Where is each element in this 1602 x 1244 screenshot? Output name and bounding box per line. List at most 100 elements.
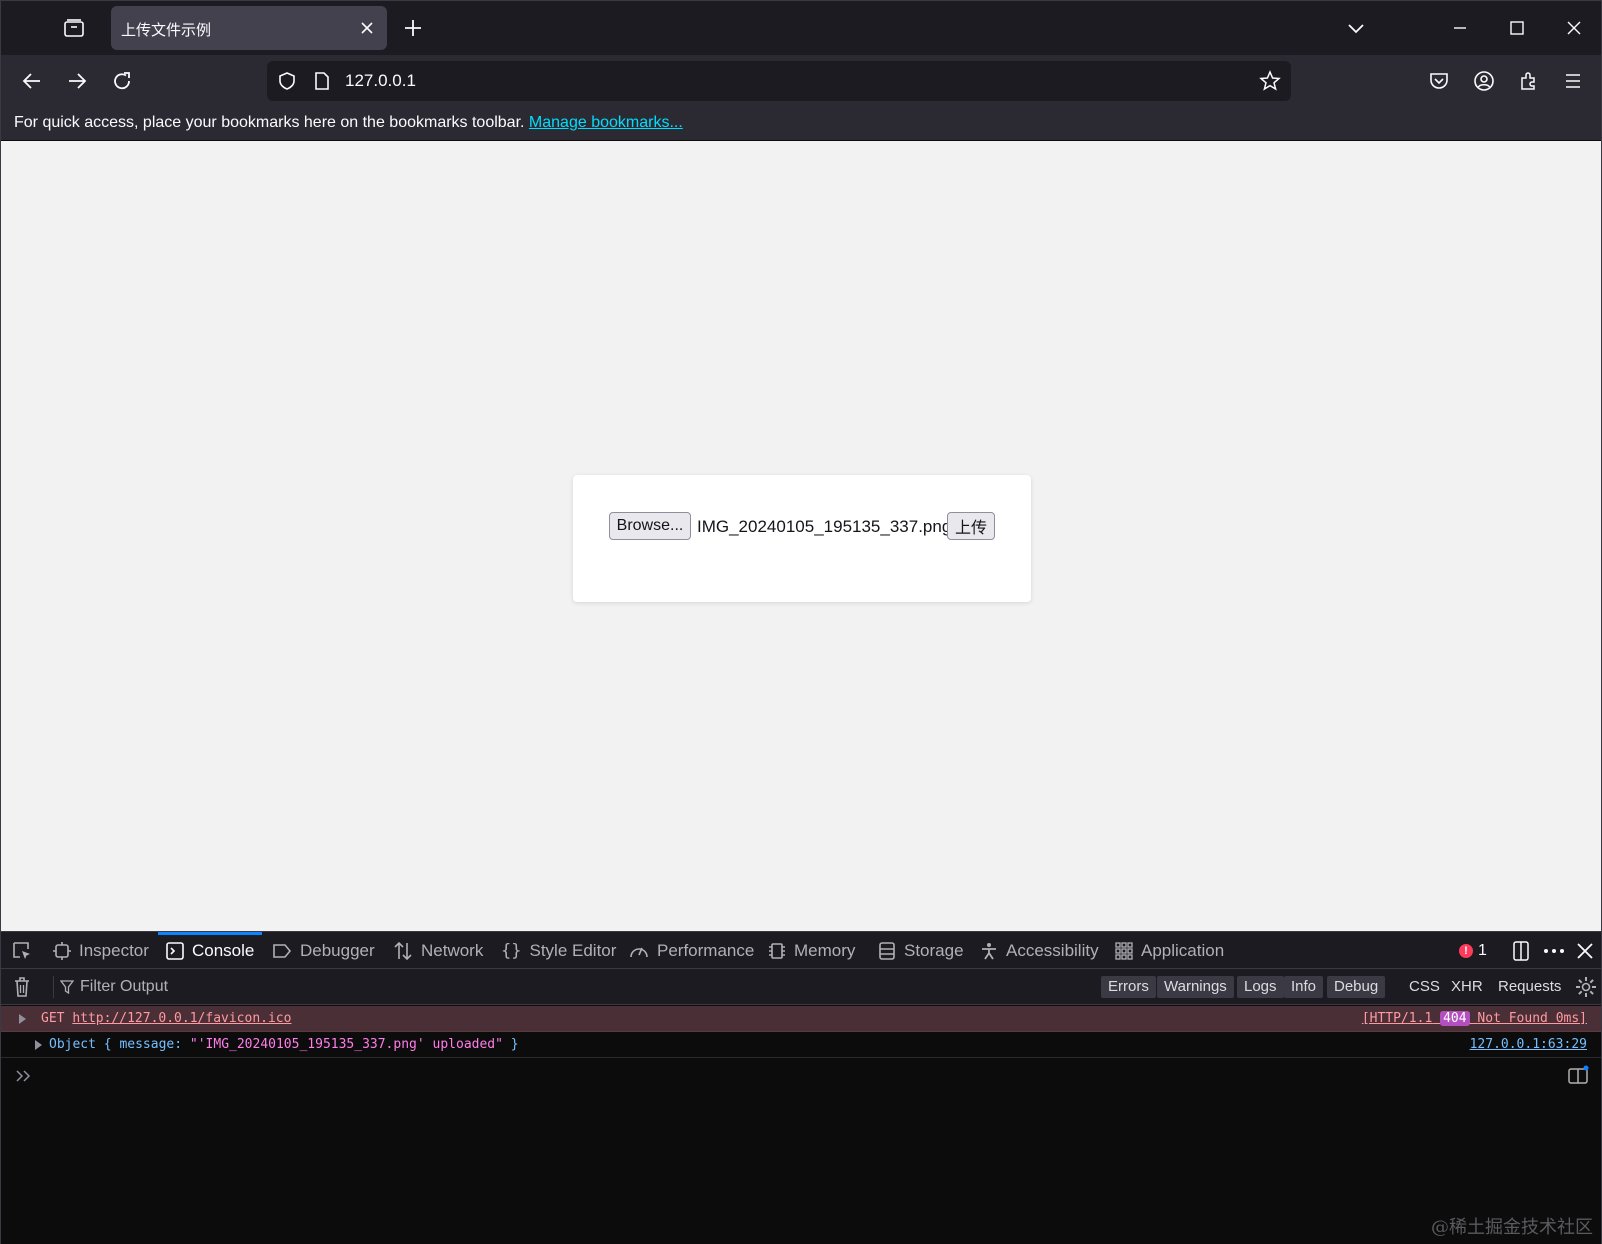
filter-errors-button[interactable]: Errors xyxy=(1101,976,1156,998)
log-status-meta[interactable]: [HTTP/1.1 404 Not Found 0ms] xyxy=(1362,1011,1587,1026)
style-editor-icon: {} xyxy=(501,940,522,961)
log-object-value: "'IMG_20240105_195135_337.png' uploaded" xyxy=(189,1037,503,1052)
console-message-network-error[interactable]: GET http://127.0.0.1/favicon.ico [HTTP/1… xyxy=(1,1006,1601,1032)
devtools-toolbar: Inspector Console Debugger Network {} St… xyxy=(1,931,1601,969)
selected-filename: IMG_20240105_195135_337.png xyxy=(697,517,952,536)
devtools-tab-label: Debugger xyxy=(300,940,375,960)
tab-list-chevron-icon[interactable] xyxy=(1345,17,1367,39)
log-request-text: GET http://127.0.0.1/favicon.ico xyxy=(41,1011,291,1026)
memory-icon xyxy=(769,942,785,959)
log-protocol: [HTTP/1.1 xyxy=(1361,1011,1433,1026)
filter-debug-button[interactable]: Debug xyxy=(1327,976,1386,998)
performance-icon xyxy=(630,947,648,957)
element-picker-icon[interactable] xyxy=(11,940,33,962)
console-prompt-chevron-icon[interactable] xyxy=(15,1067,33,1085)
devtools-tab-style-editor[interactable]: {} Style Editor xyxy=(501,932,616,969)
manage-bookmarks-link[interactable]: Manage bookmarks... xyxy=(529,114,683,131)
close-devtools-icon[interactable] xyxy=(1575,940,1595,962)
filter-output-input[interactable]: Filter Output xyxy=(53,976,1093,998)
more-options-icon[interactable] xyxy=(1542,940,1566,962)
pocket-icon[interactable] xyxy=(1427,69,1451,93)
bookmarks-hint: For quick access, place your bookmarks h… xyxy=(14,114,683,132)
expand-arrow-icon[interactable] xyxy=(19,1014,26,1024)
log-object-text: Object { message: "'IMG_20240105_195135_… xyxy=(49,1037,519,1052)
error-count: 1 xyxy=(1478,942,1487,959)
upload-card: Browse... IMG_20240105_195135_337.png 上传 xyxy=(573,475,1031,602)
back-icon[interactable] xyxy=(20,69,44,93)
log-status-text: Not Found 0ms] xyxy=(1477,1011,1587,1026)
account-icon[interactable] xyxy=(1472,69,1496,93)
log-source-location[interactable]: 127.0.0.1:63:29 xyxy=(1470,1037,1587,1052)
console-message-object[interactable]: Object { message: "'IMG_20240105_195135_… xyxy=(1,1032,1601,1058)
firefox-view-icon[interactable] xyxy=(63,17,85,39)
upload-button[interactable]: 上传 xyxy=(947,512,995,540)
console-settings-gear-icon[interactable] xyxy=(1575,976,1597,998)
error-icon: ! xyxy=(1459,944,1473,958)
bookmarks-hint-text: For quick access, place your bookmarks h… xyxy=(14,114,525,131)
reload-icon[interactable] xyxy=(110,69,134,93)
filter-requests-button[interactable]: Requests xyxy=(1498,976,1561,998)
maximize-icon[interactable] xyxy=(1506,17,1528,39)
filter-info-button[interactable]: Info xyxy=(1284,976,1324,998)
devtools-tab-network[interactable]: Network xyxy=(393,932,483,969)
url-text[interactable]: 127.0.0.1 xyxy=(345,71,416,91)
devtools-tab-label: Network xyxy=(421,940,484,960)
devtools-tab-memory[interactable]: Memory xyxy=(768,932,855,969)
devtools-tab-label: Performance xyxy=(657,940,755,960)
forward-icon[interactable] xyxy=(65,69,89,93)
devtools-tab-label: Application xyxy=(1141,940,1225,960)
filter-xhr-button[interactable]: XHR xyxy=(1451,976,1483,998)
devtools-tab-label: Style Editor xyxy=(529,940,617,960)
devtools-tab-debugger[interactable]: Debugger xyxy=(272,932,375,969)
filter-placeholder: Filter Output xyxy=(80,978,169,995)
responsive-design-icon[interactable] xyxy=(1510,940,1532,962)
devtools-tab-application[interactable]: Application xyxy=(1115,932,1224,969)
browser-window: 上传文件示例 127.0.0.1 For quick access, place… xyxy=(0,0,1602,1244)
filter-icon xyxy=(60,980,74,994)
devtools-tab-label: Accessibility xyxy=(1006,940,1099,960)
clear-console-trash-icon[interactable] xyxy=(12,976,32,998)
inspector-icon xyxy=(53,941,71,960)
devtools-tab-label: Storage xyxy=(904,940,964,960)
tab-strip: 上传文件示例 xyxy=(1,1,1601,55)
close-tab-icon[interactable] xyxy=(359,20,375,36)
tracking-protection-shield-icon[interactable] xyxy=(277,71,297,91)
watermark-text: @稀土掘金技术社区 xyxy=(1431,1217,1593,1238)
page-info-icon[interactable] xyxy=(313,71,331,91)
devtools-tab-inspector[interactable]: Inspector xyxy=(53,932,149,969)
error-count-badge[interactable]: ! 1 xyxy=(1459,940,1487,962)
console-filter-bar: Filter Output Errors Warnings Logs Info … xyxy=(1,969,1601,1005)
new-tab-icon[interactable] xyxy=(403,18,423,38)
devtools-tab-accessibility[interactable]: Accessibility xyxy=(980,932,1099,969)
minimize-icon[interactable] xyxy=(1449,17,1471,39)
filter-warnings-button[interactable]: Warnings xyxy=(1157,976,1234,998)
log-object-prefix: Object { message: xyxy=(49,1037,190,1052)
tab-active[interactable]: 上传文件示例 xyxy=(111,6,387,50)
devtools-tab-label: Memory xyxy=(794,940,856,960)
navigation-toolbar: 127.0.0.1 xyxy=(1,55,1601,107)
extensions-icon[interactable] xyxy=(1517,69,1541,93)
browse-button[interactable]: Browse... xyxy=(609,512,691,540)
window-close-icon[interactable] xyxy=(1563,17,1585,39)
devtools-tab-storage[interactable]: Storage xyxy=(878,932,964,969)
bookmark-star-icon[interactable] xyxy=(1259,70,1281,92)
devtools-panel: Inspector Console Debugger Network {} St… xyxy=(1,931,1601,1244)
filter-css-button[interactable]: CSS xyxy=(1409,976,1440,998)
status-code-badge: 404 xyxy=(1440,1011,1470,1026)
tab-title: 上传文件示例 xyxy=(121,21,212,39)
log-request-url[interactable]: http://127.0.0.1/favicon.ico xyxy=(72,1011,291,1026)
accessibility-icon xyxy=(982,942,996,959)
bookmarks-toolbar: For quick access, place your bookmarks h… xyxy=(1,107,1601,141)
devtools-tab-console[interactable]: Console xyxy=(158,932,263,969)
filter-logs-button[interactable]: Logs xyxy=(1237,976,1284,998)
console-icon xyxy=(166,941,184,960)
application-icon xyxy=(1115,941,1133,960)
devtools-tab-performance[interactable]: Performance xyxy=(629,932,754,969)
url-bar[interactable]: 127.0.0.1 xyxy=(267,61,1291,101)
console-sidebar-toggle-icon[interactable] xyxy=(1567,1065,1589,1087)
debugger-icon xyxy=(273,943,292,958)
log-method: GET xyxy=(41,1011,65,1026)
page-content: Browse... IMG_20240105_195135_337.png 上传 xyxy=(1,141,1601,931)
app-menu-icon[interactable] xyxy=(1561,69,1585,93)
expand-arrow-icon[interactable] xyxy=(35,1040,42,1050)
